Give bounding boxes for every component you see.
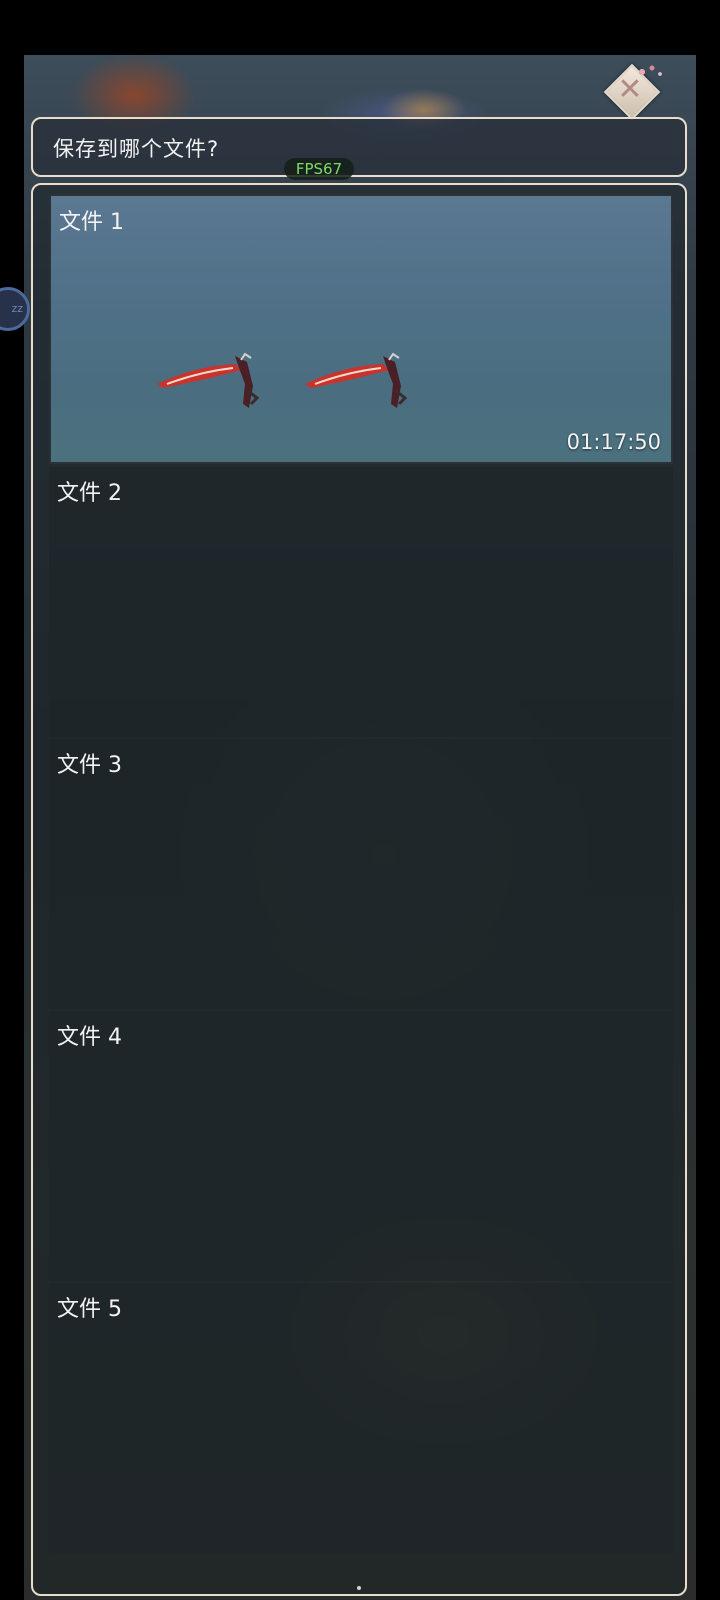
save-slot-label: 文件 5: [57, 1297, 122, 1322]
save-slot-playtime: 01:17:50: [566, 430, 661, 454]
save-slot-label: 文件 2: [57, 481, 122, 506]
dialog-header: 保存到哪个文件?: [31, 117, 687, 177]
blossom-ornament-icon: [634, 62, 668, 82]
save-slot-label: 文件 3: [57, 753, 122, 778]
weapon-thumbnail-icon: [157, 352, 260, 408]
save-slot-1[interactable]: 文件 1 01:17:50: [49, 194, 673, 464]
dialog-title: 保存到哪个文件?: [53, 137, 220, 161]
close-button[interactable]: ✕: [603, 62, 668, 121]
game-screen: zz ✕ 保存到哪个文件? FPS67 文件 1 01:17:50 文件 2 文…: [0, 0, 720, 1600]
fps-counter: FPS67: [284, 158, 354, 180]
save-slot-label: 文件 1: [59, 210, 124, 235]
save-slot-list: 文件 1 01:17:50 文件 2 文件 3 文件 4 文件 5: [31, 183, 687, 1596]
save-slot-5[interactable]: 文件 5: [49, 1283, 673, 1553]
save-slot-2[interactable]: 文件 2: [49, 467, 673, 737]
scroll-indicator: [357, 1586, 361, 1590]
weapon-thumbnail-icon: [305, 352, 408, 408]
save-slot-label: 文件 4: [57, 1025, 122, 1050]
save-slot-3[interactable]: 文件 3: [49, 739, 673, 1009]
save-slot-4[interactable]: 文件 4: [49, 1011, 673, 1281]
